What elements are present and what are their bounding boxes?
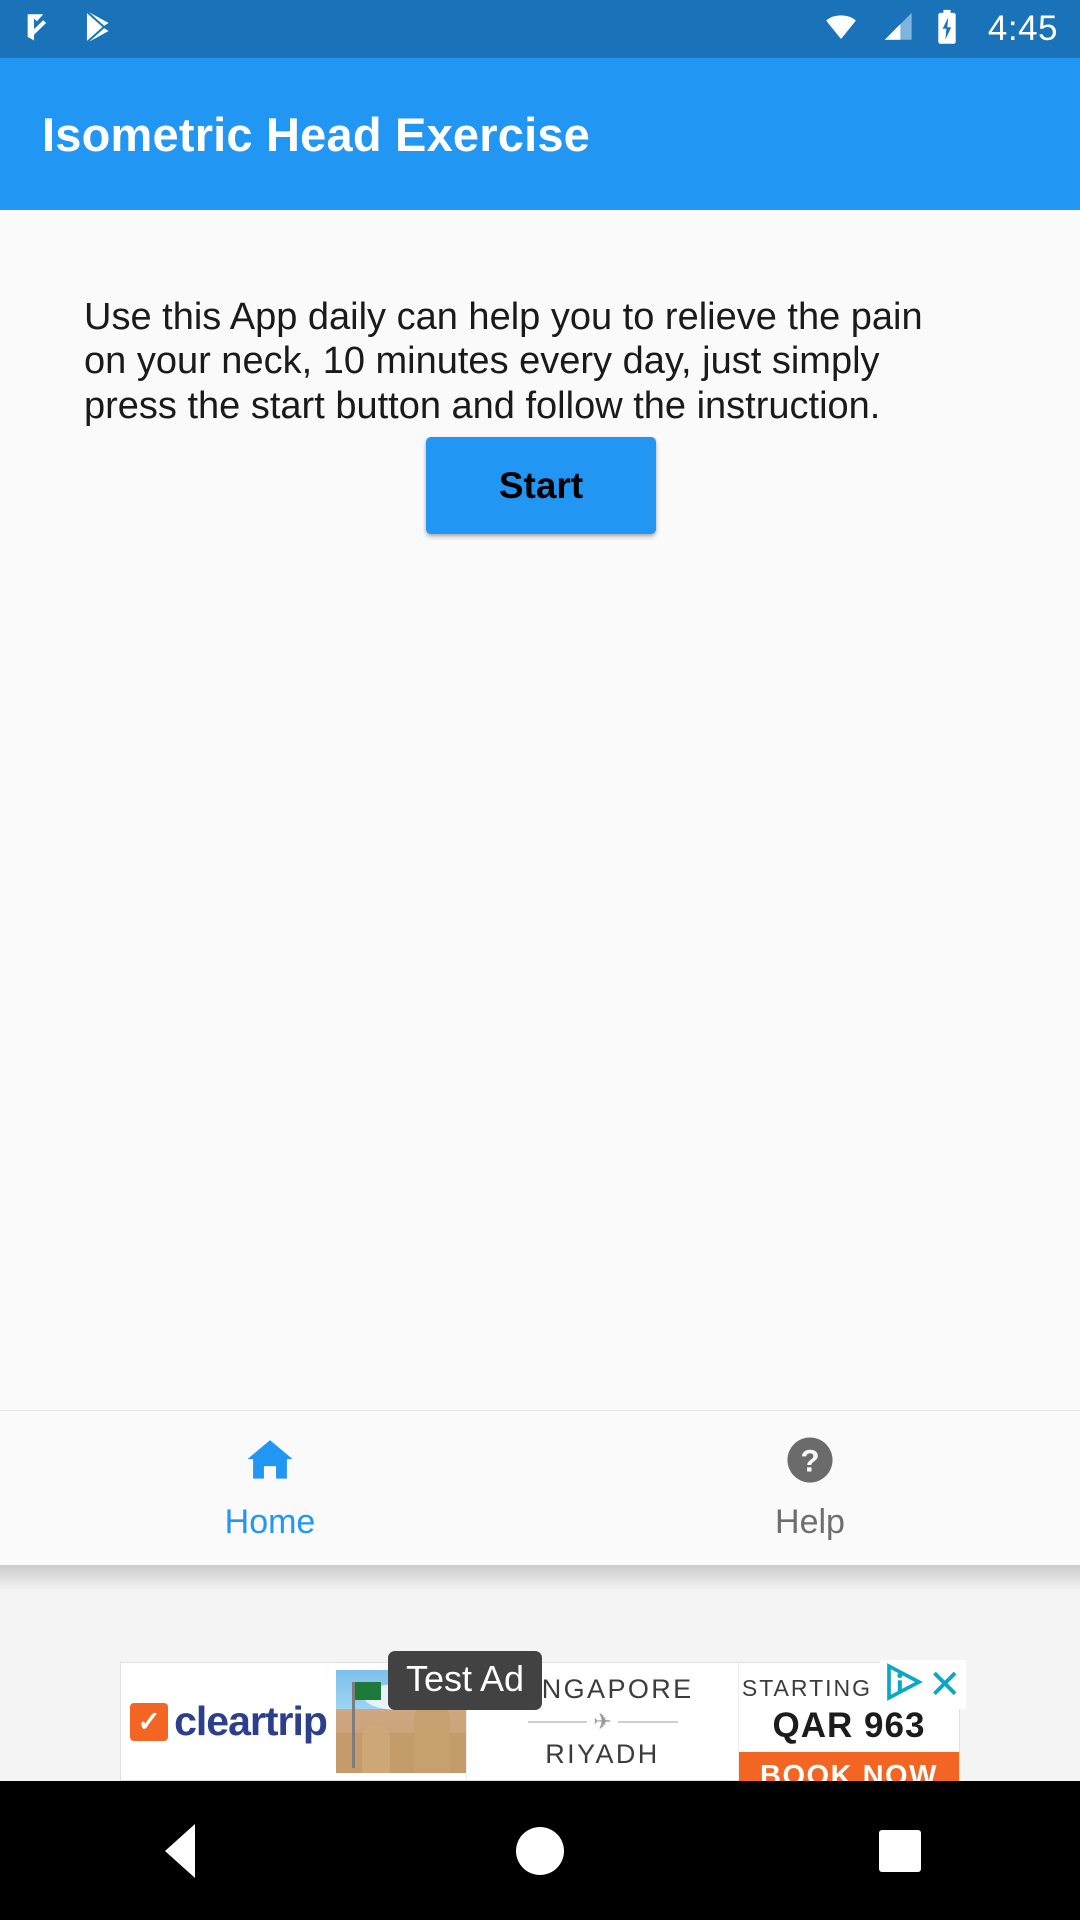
svg-text:?: ? (800, 1444, 819, 1479)
battery-charging-icon (934, 9, 960, 50)
back-button[interactable] (0, 1823, 360, 1878)
playstore-icon (82, 10, 116, 49)
help-circle-icon: ? (784, 1434, 836, 1491)
checkmark-icon: ✓ (130, 1702, 169, 1741)
ad-destination-city: RIYADH (545, 1738, 660, 1769)
adchoices-icon[interactable] (884, 1662, 924, 1707)
home-button[interactable] (360, 1826, 720, 1875)
bottom-navigation: Home ? Help (0, 1410, 1080, 1565)
bottom-nav-shadow (0, 1565, 1080, 1591)
airplane-icon: ✈ (593, 1708, 612, 1734)
status-bar-notifications (22, 10, 116, 49)
android-navigation-bar (0, 1781, 1080, 1920)
nav-item-home[interactable]: Home (0, 1411, 540, 1565)
close-icon[interactable]: ✕ (928, 1665, 962, 1705)
page-title: Isometric Head Exercise (42, 107, 591, 161)
nav-label-home: Home (224, 1503, 316, 1541)
flight-separator: ✈ (527, 1708, 678, 1734)
android-screen: 4:45 Isometric Head Exercise Use this Ap… (0, 0, 1080, 1920)
status-bar: 4:45 (0, 0, 1080, 58)
app-bar: Isometric Head Exercise (0, 58, 1080, 210)
nav-item-help[interactable]: ? Help (540, 1411, 1080, 1565)
intro-text: Use this App daily can help you to relie… (84, 296, 923, 427)
ad-brand-logo: ✓ cleartrip (121, 1663, 336, 1780)
cellular-signal-icon (879, 10, 916, 49)
recents-button[interactable] (720, 1829, 1080, 1872)
ad-price-value: QAR 963 (772, 1706, 926, 1745)
ad-controls[interactable]: ✕ (880, 1660, 966, 1709)
test-ad-badge: Test Ad (388, 1651, 543, 1710)
main-content: Use this App daily can help you to relie… (0, 210, 1080, 1410)
playstore-update-check-icon (22, 10, 56, 49)
status-bar-clock: 4:45 (987, 9, 1058, 48)
nav-label-help: Help (775, 1503, 845, 1541)
home-icon (241, 1434, 299, 1491)
status-bar-system-icons: 4:45 (821, 9, 1058, 50)
start-button[interactable]: Start (426, 437, 656, 534)
wifi-icon (821, 10, 861, 49)
ad-brand-name: cleartrip (174, 1698, 328, 1744)
